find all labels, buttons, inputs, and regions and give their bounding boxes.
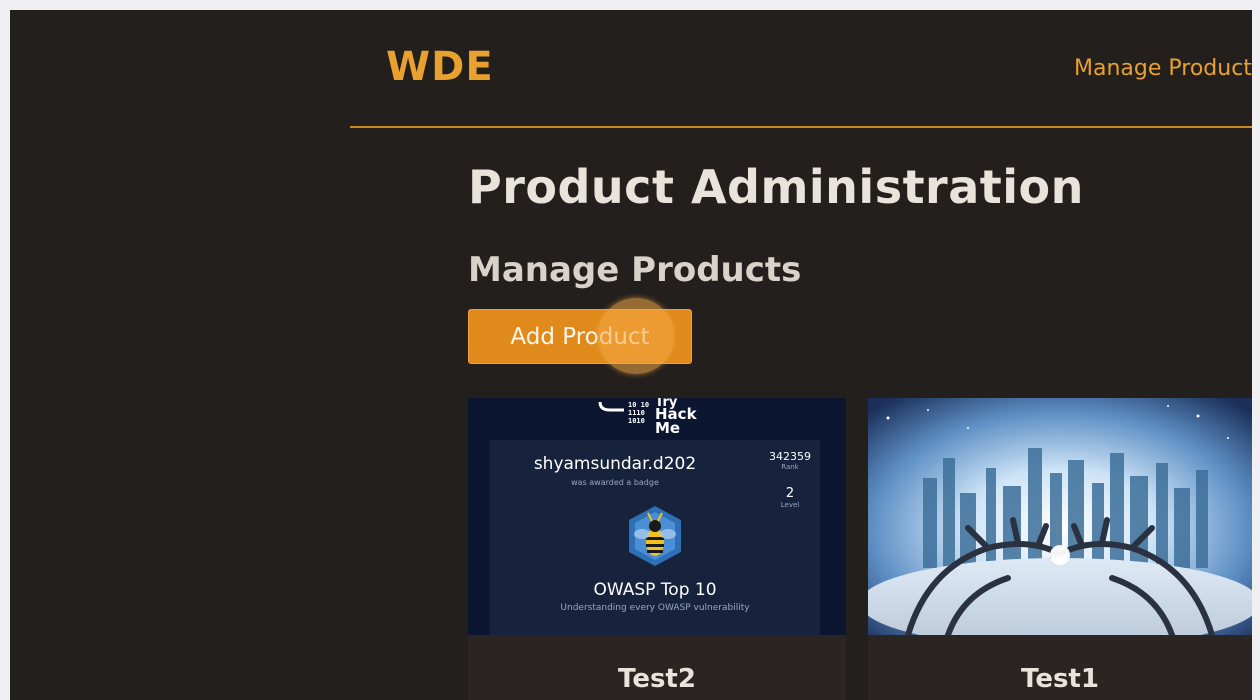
svg-text:Me: Me xyxy=(655,419,680,436)
badge-level: 2 Level xyxy=(760,486,820,509)
page-title: Product Administration xyxy=(468,160,1084,214)
product-card-test1[interactable]: Test1 xyxy=(868,398,1252,700)
nav-manage-products[interactable]: Manage Products xyxy=(1074,56,1252,81)
section-title: Manage Products xyxy=(468,250,802,290)
city-artwork-image xyxy=(868,398,1252,635)
badge-awarded-text: was awarded a badge xyxy=(571,478,659,487)
badge-rank: 342359 Rank xyxy=(760,450,820,471)
level-label: Level xyxy=(780,501,800,509)
tryhackme-logo-icon: 10 10 1110 1010 Try Hack Me xyxy=(598,398,698,437)
site-logo[interactable]: WDE xyxy=(386,44,494,90)
product-image xyxy=(868,398,1252,635)
svg-text:1110: 1110 xyxy=(628,409,645,417)
badge-username: shyamsundar.d202 xyxy=(533,454,697,474)
product-title[interactable]: Test1 xyxy=(868,664,1252,694)
tryhackme-logo: 10 10 1110 1010 Try Hack Me xyxy=(598,398,718,437)
badge-course: OWASP Top 10 xyxy=(593,580,717,600)
rank-label: Rank xyxy=(781,463,799,471)
site-header: WDE Manage Products xyxy=(350,10,1252,128)
svg-text:1010: 1010 xyxy=(628,417,645,425)
product-image: 10 10 1110 1010 Try Hack Me shyamsundar.… xyxy=(468,398,846,635)
badge-course-sub: Understanding every OWASP vulnerability xyxy=(560,603,750,613)
app-window: WDE Manage Products Product Administrati… xyxy=(10,10,1252,700)
product-card-test2[interactable]: 10 10 1110 1010 Try Hack Me shyamsundar.… xyxy=(468,398,846,700)
badge-panel: shyamsundar.d202 was awarded a badge 342… xyxy=(490,440,820,635)
rank-value: 342359 xyxy=(769,450,811,463)
bee-badge-icon xyxy=(629,506,681,566)
add-product-button[interactable]: Add Product xyxy=(468,309,692,364)
level-value: 2 xyxy=(785,486,795,501)
main-content: Product Administration xyxy=(468,160,1084,214)
svg-text:10 10: 10 10 xyxy=(628,401,649,409)
badge-image: 10 10 1110 1010 Try Hack Me shyamsundar.… xyxy=(468,398,846,635)
product-title[interactable]: Test2 xyxy=(468,664,846,694)
